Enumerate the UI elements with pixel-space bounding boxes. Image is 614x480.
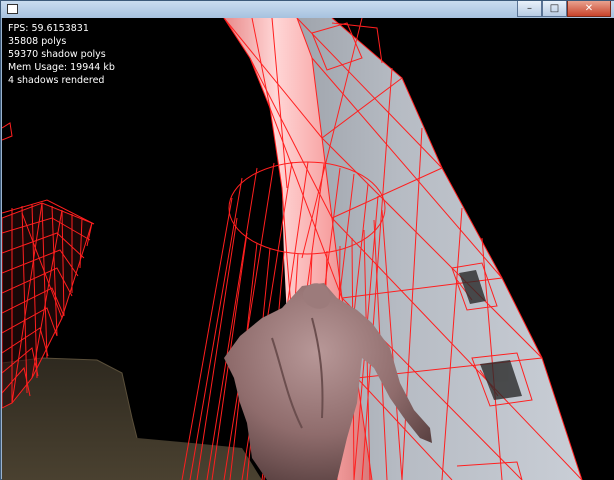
- app-icon[interactable]: [7, 4, 18, 14]
- mem-usage-readout: Mem Usage: 19944 kb: [8, 62, 115, 73]
- stats-overlay: FPS: 59.6153831 35808 polys 59370 shadow…: [8, 22, 115, 87]
- fps-readout: FPS: 59.6153831: [8, 23, 89, 34]
- app-window: – □ ✕ FPS: 59.6153831 35808 polys 59370 …: [0, 0, 614, 480]
- close-button[interactable]: ✕: [567, 1, 611, 17]
- shadows-rendered-readout: 4 shadows rendered: [8, 75, 105, 86]
- ground-terrain: [2, 357, 262, 480]
- maximize-button[interactable]: □: [542, 1, 567, 17]
- title-bar[interactable]: – □ ✕: [1, 1, 614, 18]
- window-controls: – □ ✕: [517, 1, 611, 17]
- render-viewport[interactable]: FPS: 59.6153831 35808 polys 59370 shadow…: [2, 18, 614, 480]
- polys-readout: 35808 polys: [8, 36, 67, 47]
- 3d-scene: [2, 18, 583, 480]
- shadow-polys-readout: 59370 shadow polys: [8, 49, 106, 60]
- minimize-button[interactable]: –: [517, 1, 542, 17]
